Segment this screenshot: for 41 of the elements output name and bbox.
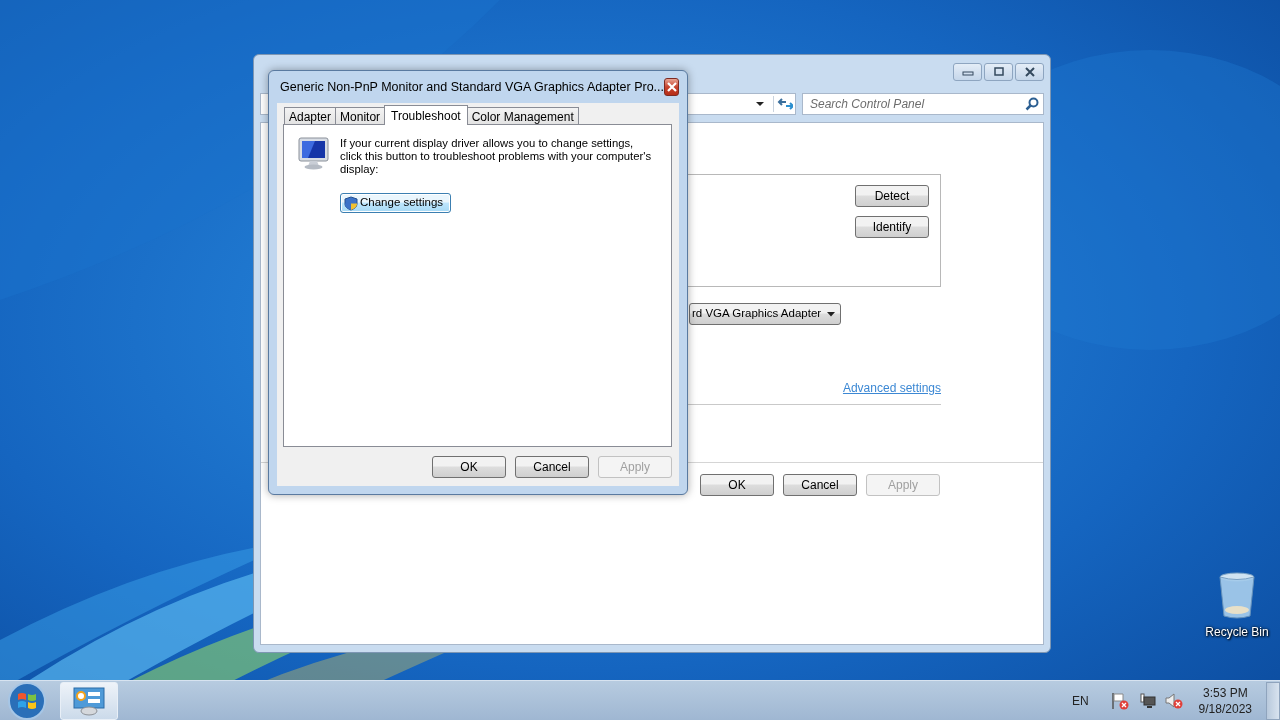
dropdown-arrow-icon[interactable]: [755, 101, 765, 107]
tab[interactable]: Monitor: [335, 107, 386, 125]
network-icon[interactable]: [1137, 691, 1156, 710]
close-button[interactable]: [664, 78, 679, 96]
change-settings-button[interactable]: Change settings: [340, 193, 451, 213]
group-button[interactable]: Identify: [855, 216, 929, 238]
tab[interactable]: Adapter: [284, 107, 337, 125]
taskbar-button[interactable]: [60, 681, 118, 720]
clock[interactable]: 3:53 PM 9/18/2023: [1198, 684, 1252, 717]
shield-icon: [344, 195, 358, 211]
search-box[interactable]: Search Control Panel: [802, 93, 1044, 115]
maximize-button[interactable]: [984, 63, 1013, 81]
minimize-button[interactable]: [953, 63, 982, 81]
start-button[interactable]: [7, 680, 47, 720]
refresh-icon[interactable]: [773, 96, 793, 112]
flag-icon[interactable]: [1110, 691, 1129, 710]
dialog-button[interactable]: Cancel: [515, 456, 589, 478]
troubleshoot-message: If your current display driver allows you to change settings, click this button to troubleshoot problems with your computer's display:: [340, 137, 653, 176]
dialog-button[interactable]: Cancel: [783, 474, 857, 496]
maximize-icon: [992, 67, 1005, 77]
dialog-title: Generic Non-PnP Monitor and Standard VGA Graphics Adapter Pro...: [280, 78, 664, 96]
monitor-icon: [298, 137, 329, 170]
close-icon: [1023, 67, 1036, 77]
close-icon: [665, 82, 678, 92]
minimize-icon: [961, 68, 974, 76]
close-button[interactable]: [1015, 63, 1044, 81]
group-button[interactable]: Detect: [855, 185, 929, 207]
control-panel-icon: [72, 685, 106, 716]
tab[interactable]: Troubleshoot: [384, 105, 468, 125]
tab[interactable]: Color Management: [466, 107, 579, 125]
search-field[interactable]: Search Control Panel: [810, 95, 1025, 113]
language-indicator[interactable]: EN: [1071, 691, 1089, 710]
speaker-icon[interactable]: [1164, 691, 1183, 710]
dialog-button[interactable]: OK: [432, 456, 506, 478]
advanced-settings-link[interactable]: Advanced settings: [842, 379, 941, 397]
desktop-icon-label[interactable]: Recycle Bin: [1205, 623, 1269, 641]
caret-icon: [827, 311, 835, 317]
adapter-dropdown[interactable]: rd VGA Graphics Adapter: [689, 303, 841, 325]
recycle-bin-icon[interactable]: [1217, 572, 1257, 620]
dialog-button[interactable]: OK: [700, 474, 774, 496]
search-icon[interactable]: [1025, 97, 1039, 111]
